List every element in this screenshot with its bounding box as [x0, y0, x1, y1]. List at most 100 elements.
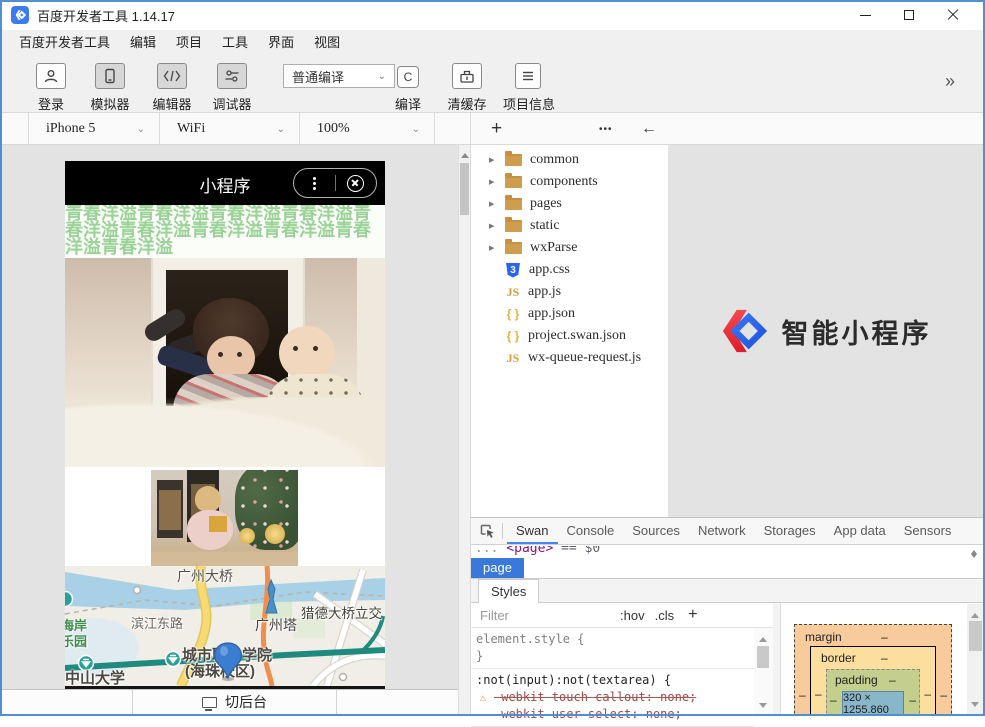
menu-view[interactable]: 视图 [304, 32, 350, 51]
device-value: iPhone 5 [46, 121, 95, 137]
tab-network[interactable]: Network [689, 518, 755, 544]
css-property[interactable]: -webkit-touch-callout: none; [494, 689, 696, 706]
close-icon [947, 9, 959, 21]
sort-updown-icon[interactable] [970, 547, 979, 557]
box-model-content[interactable]: 320 × 1255.860 [842, 691, 904, 715]
add-file-button[interactable]: + [491, 113, 502, 145]
map-widget[interactable]: 广州大桥 滨江东路 广州塔 猎德大桥立交 城市职业学院 (海珠校区) 中山大学 … [65, 566, 385, 686]
tree-item-project-swan-json[interactable]: { } project.swan.json [471, 325, 668, 347]
maximize-button[interactable] [887, 0, 931, 30]
rule-selector[interactable]: :not(input):not(textarea) { [476, 672, 754, 689]
padding-top-value[interactable]: – [889, 673, 896, 687]
debugger-toggle-button[interactable] [217, 63, 247, 89]
minimize-button[interactable] [843, 0, 887, 30]
device-select[interactable]: iPhone 5 ⌄ [28, 113, 160, 145]
tab-swan[interactable]: Swan [507, 518, 558, 544]
css-property[interactable]: -webkit-user-select: none; [494, 706, 682, 723]
bottom-bar-cell-left [0, 690, 133, 714]
switch-background-button[interactable]: 切后台 [133, 690, 337, 714]
expand-icon[interactable]: ▶ [489, 244, 499, 252]
box-model-diagram: margin – – – border – – – padding – – – … [781, 603, 966, 715]
margin-top-value[interactable]: – [881, 630, 888, 644]
tree-item-pages[interactable]: ▶ pages [471, 193, 668, 215]
expand-icon[interactable]: ▶ [489, 178, 499, 186]
pseudo-state-toggle[interactable]: :hov [620, 608, 645, 623]
new-style-rule-button[interactable]: + [688, 606, 697, 624]
login-button[interactable] [36, 63, 66, 89]
zoom-select[interactable]: 100% ⌄ [300, 113, 435, 145]
tree-item-wx-queue-request-js[interactable]: JS wx-queue-request.js [471, 347, 668, 369]
collapse-panel-button[interactable]: ← [641, 113, 657, 145]
tab-sources[interactable]: Sources [623, 518, 689, 544]
kids-photo [65, 258, 385, 467]
editor-toggle-button[interactable] [157, 63, 187, 89]
expand-icon[interactable]: ▶ [489, 222, 499, 230]
more-menu-button[interactable] [294, 177, 335, 190]
rule-selector[interactable]: element.style { [476, 631, 754, 648]
toolbar-more-button[interactable]: » [945, 71, 955, 92]
tree-item-components[interactable]: ▶ components [471, 171, 668, 193]
tree-item-common[interactable]: ▶ common [471, 149, 668, 171]
map-label-interchange: 猎德大桥立交 [301, 602, 382, 622]
tab-styles[interactable]: Styles [478, 579, 539, 603]
compile-label: 编译 [382, 94, 434, 113]
box-model-margin[interactable]: margin – – – border – – – padding – – – … [794, 624, 952, 715]
tab-sensors[interactable]: Sensors [895, 518, 961, 544]
network-select[interactable]: WiFi ⌄ [160, 113, 300, 145]
tree-item-app-js[interactable]: JS app.js [471, 281, 668, 303]
map-location-marker [211, 642, 245, 682]
tree-item-app-json[interactable]: { } app.json [471, 303, 668, 325]
box-model-border[interactable]: border – – – padding – – – 320 × 1255.86… [810, 646, 936, 715]
rule-element-style[interactable]: element.style { } [471, 628, 754, 669]
class-toggle[interactable]: .cls [655, 608, 675, 623]
boxmodel-scrollbar[interactable] [967, 604, 984, 715]
tab-app-data[interactable]: App data [825, 518, 895, 544]
scrollbar-thumb[interactable] [460, 163, 469, 215]
menu-interface[interactable]: 界面 [258, 32, 304, 51]
tree-item-wxparse[interactable]: ▶ wxParse [471, 237, 668, 259]
rule-not-input[interactable]: :not(input):not(textarea) { ⚠ -webkit-to… [471, 669, 754, 727]
menu-edit[interactable]: 编辑 [120, 32, 166, 51]
clear-cache-button[interactable] [452, 63, 482, 89]
box-model-padding[interactable]: padding – – – 320 × 1255.860 [826, 669, 920, 715]
border-top-value[interactable]: – [881, 651, 888, 665]
compile-mode-select[interactable]: 普通编译 ⌄ [283, 64, 395, 88]
close-miniprogram-button[interactable] [335, 175, 376, 192]
marquee-text: 青春洋溢青春洋溢青春洋溢青春洋溢青春洋溢青春洋溢青春洋溢青春洋溢青春洋溢青春洋溢 [65, 205, 385, 258]
simulator-toggle-button[interactable] [95, 63, 125, 89]
compile-button[interactable]: C [397, 66, 419, 88]
menu-app[interactable]: 百度开发者工具 [9, 32, 120, 51]
map-label-university: 中山大学 [65, 667, 125, 686]
project-info-button[interactable] [515, 63, 541, 89]
padding-right-value[interactable]: – [909, 693, 916, 707]
border-right-value[interactable]: – [924, 687, 931, 701]
simulator-label: 模拟器 [84, 94, 136, 113]
breadcrumb-page-chip[interactable]: page [471, 558, 524, 578]
more-options-button[interactable]: ••• [599, 113, 613, 145]
menu-project[interactable]: 项目 [166, 32, 212, 51]
close-button[interactable] [931, 0, 975, 30]
margin-right-value[interactable]: – [940, 688, 947, 702]
tree-item-app-css[interactable]: 3 app.css [471, 259, 668, 281]
scrollbar-thumb[interactable] [757, 646, 769, 668]
inspect-element-icon[interactable] [480, 524, 495, 539]
expand-icon[interactable]: ▶ [489, 156, 499, 164]
border-left-value[interactable]: – [815, 687, 822, 701]
tree-item-static[interactable]: ▶ static [471, 215, 668, 237]
scrollbar-thumb[interactable] [969, 621, 982, 651]
dom-tree-row[interactable]: ... <page> == $0 [471, 546, 985, 558]
pane-splitter[interactable] [773, 603, 781, 715]
scroll-up-icon [759, 633, 767, 642]
expand-icon[interactable]: ▶ [489, 200, 499, 208]
styles-scrollbar[interactable] [754, 628, 773, 715]
tab-storages[interactable]: Storages [755, 518, 825, 544]
padding-left-value[interactable]: – [830, 693, 837, 707]
menu-tools[interactable]: 工具 [212, 32, 258, 51]
map-label-park-2: 乐园 [65, 631, 87, 650]
margin-left-value[interactable]: – [799, 688, 806, 702]
tab-console[interactable]: Console [558, 518, 624, 544]
styles-filter-input[interactable] [480, 608, 610, 623]
simulator-scrollbar[interactable] [458, 145, 470, 714]
file-tree-toolbar: + ••• ← [470, 113, 668, 145]
dom-tag[interactable]: <page> [506, 546, 553, 556]
